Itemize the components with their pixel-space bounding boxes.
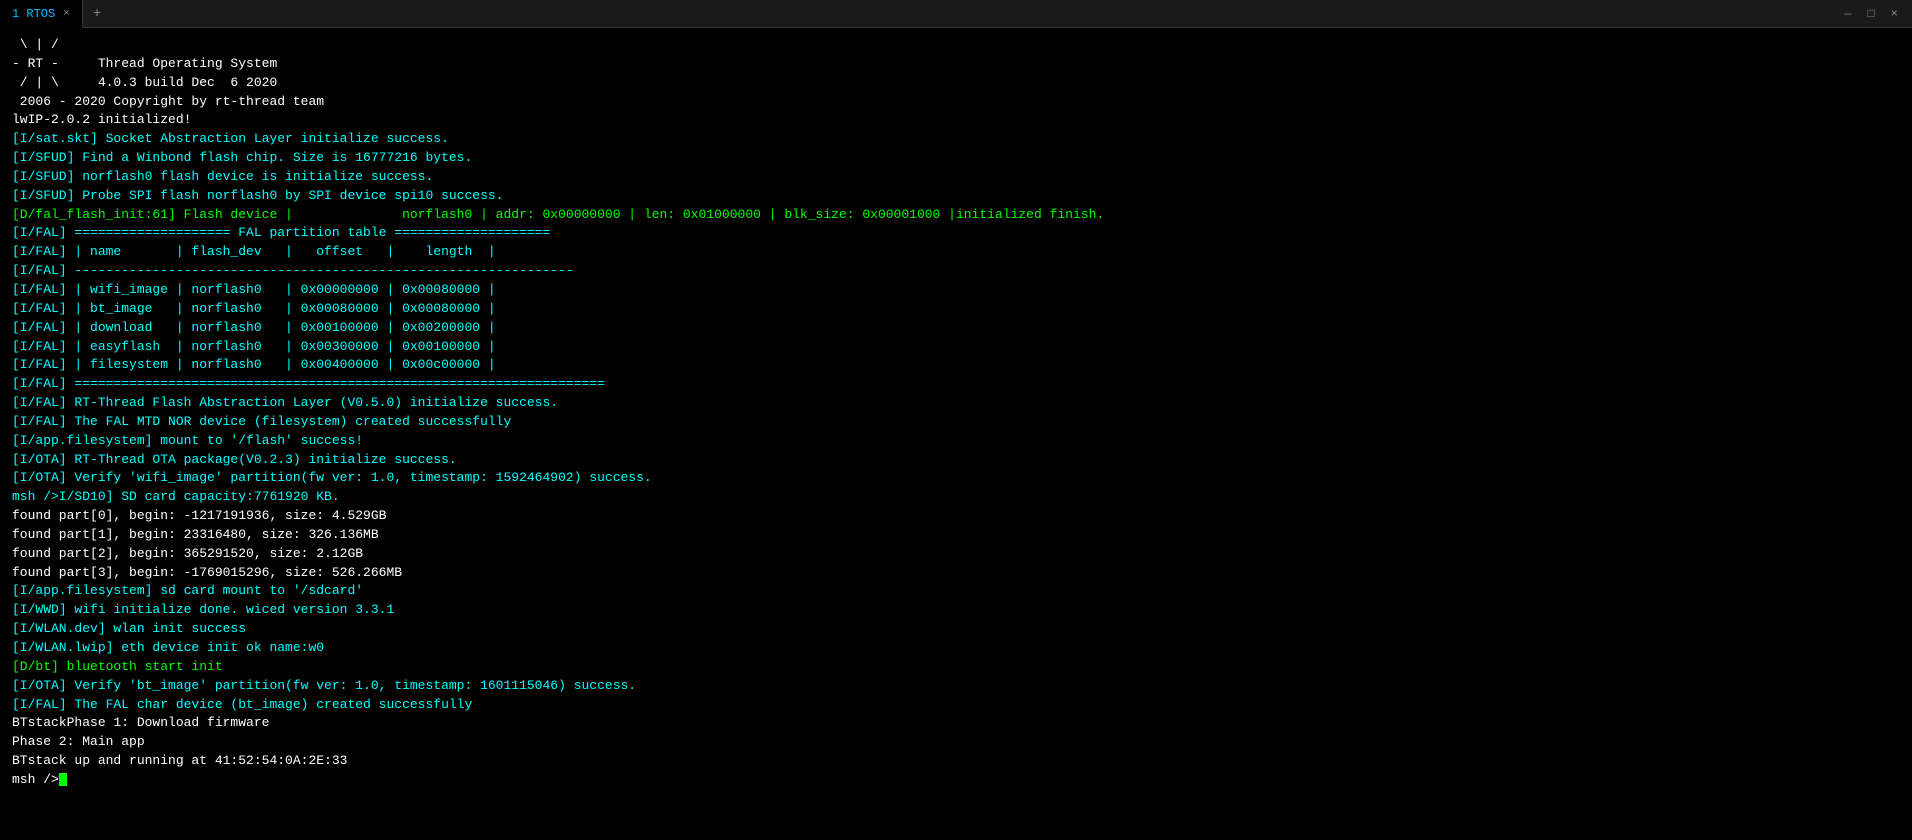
window-controls: — □ × (1838, 5, 1912, 23)
terminal-line: [I/OTA] Verify 'bt_image' partition(fw v… (12, 677, 1900, 696)
terminal-line: [I/FAL] The FAL MTD NOR device (filesyst… (12, 413, 1900, 432)
titlebar: 1 RTOS × + — □ × (0, 0, 1912, 28)
terminal-line: [I/FAL] The FAL char device (bt_image) c… (12, 696, 1900, 715)
terminal-line: [I/FAL] | bt_image | norflash0 | 0x00080… (12, 300, 1900, 319)
terminal-line: [I/FAL] | wifi_image | norflash0 | 0x000… (12, 281, 1900, 300)
terminal-line: [I/FAL] | name | flash_dev | offset | le… (12, 243, 1900, 262)
terminal-line: found part[0], begin: -1217191936, size:… (12, 507, 1900, 526)
terminal-line: [D/fal_flash_init:61] Flash device | nor… (12, 206, 1900, 225)
terminal-line: BTstack up and running at 41:52:54:0A:2E… (12, 752, 1900, 771)
cursor (59, 773, 67, 786)
terminal-line: found part[1], begin: 23316480, size: 32… (12, 526, 1900, 545)
terminal-line: - RT - Thread Operating System (12, 55, 1900, 74)
terminal-line: [I/OTA] RT-Thread OTA package(V0.2.3) in… (12, 451, 1900, 470)
terminal-line: [I/app.filesystem] mount to '/flash' suc… (12, 432, 1900, 451)
terminal-line: [I/WLAN.dev] wlan init success (12, 620, 1900, 639)
terminal-line: [I/SFUD] Probe SPI flash norflash0 by SP… (12, 187, 1900, 206)
terminal-line: [I/sat.skt] Socket Abstraction Layer ini… (12, 130, 1900, 149)
terminal-line: / | \ 4.0.3 build Dec 6 2020 (12, 74, 1900, 93)
terminal-line: [I/FAL] | download | norflash0 | 0x00100… (12, 319, 1900, 338)
terminal-line: [I/WWD] wifi initialize done. wiced vers… (12, 601, 1900, 620)
terminal-line: [I/SFUD] norflash0 flash device is initi… (12, 168, 1900, 187)
terminal-line: [I/FAL] RT-Thread Flash Abstraction Laye… (12, 394, 1900, 413)
close-button[interactable]: × (1885, 5, 1904, 23)
terminal-line: [I/FAL] --------------------------------… (12, 262, 1900, 281)
terminal-line: [I/FAL] ==================== FAL partiti… (12, 224, 1900, 243)
terminal-line: 2006 - 2020 Copyright by rt-thread team (12, 93, 1900, 112)
terminal-line: found part[3], begin: -1769015296, size:… (12, 564, 1900, 583)
tab-label: 1 RTOS (12, 7, 55, 21)
terminal-line: lwIP-2.0.2 initialized! (12, 111, 1900, 130)
terminal-line: [I/WLAN.lwip] eth device init ok name:w0 (12, 639, 1900, 658)
minimize-button[interactable]: — (1838, 5, 1857, 23)
new-tab-button[interactable]: + (83, 6, 111, 22)
terminal-line: [D/bt] bluetooth start init (12, 658, 1900, 677)
terminal-line: [I/FAL] | filesystem | norflash0 | 0x004… (12, 356, 1900, 375)
terminal-line: msh /> (12, 771, 1900, 790)
terminal-line: found part[2], begin: 365291520, size: 2… (12, 545, 1900, 564)
terminal-line: [I/SFUD] Find a Winbond flash chip. Size… (12, 149, 1900, 168)
terminal-line: [I/OTA] Verify 'wifi_image' partition(fw… (12, 469, 1900, 488)
terminal-line: [I/app.filesystem] sd card mount to '/sd… (12, 582, 1900, 601)
terminal-line: Phase 2: Main app (12, 733, 1900, 752)
terminal-line: msh />I/SD10] SD card capacity:7761920 K… (12, 488, 1900, 507)
terminal-line: [I/FAL] | easyflash | norflash0 | 0x0030… (12, 338, 1900, 357)
terminal-line: \ | / (12, 36, 1900, 55)
terminal-output: \ | /- RT - Thread Operating System / | … (0, 28, 1912, 840)
terminal-line: BTstackPhase 1: Download firmware (12, 714, 1900, 733)
tab-close-button[interactable]: × (63, 8, 70, 20)
terminal-line: [I/FAL] ================================… (12, 375, 1900, 394)
maximize-button[interactable]: □ (1862, 5, 1881, 23)
terminal-tab[interactable]: 1 RTOS × (0, 0, 83, 28)
